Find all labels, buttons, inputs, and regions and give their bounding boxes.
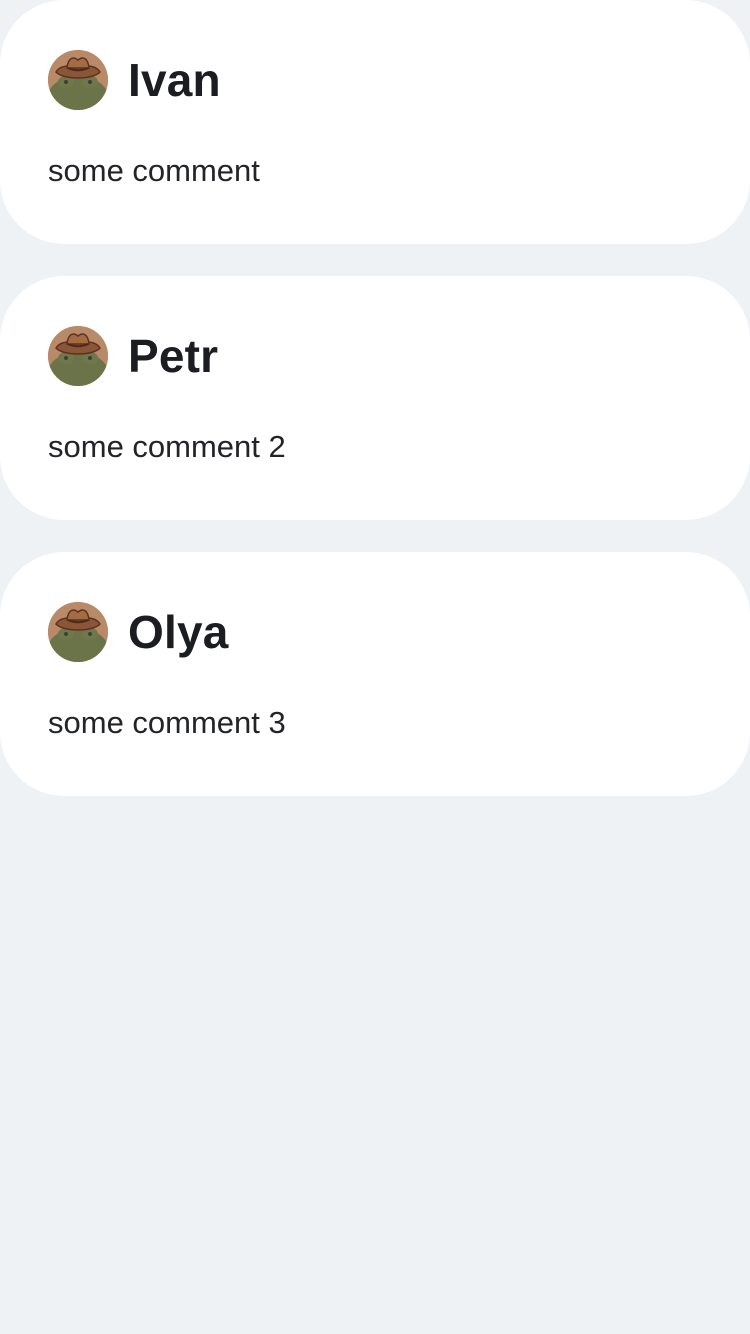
avatar: [48, 326, 108, 386]
comment-author-name: Ivan: [128, 54, 221, 106]
avatar: [48, 602, 108, 662]
cowboy-frog-avatar-icon: [48, 326, 108, 386]
comment-text: some comment: [48, 153, 260, 188]
comment-card: Ivan some comment: [0, 0, 750, 244]
comment-author-name: Olya: [128, 606, 229, 658]
comment-text: some comment 2: [48, 429, 286, 464]
comment-author-name: Petr: [128, 330, 219, 382]
avatar: [48, 50, 108, 110]
comment-card: Olya some comment 3: [0, 552, 750, 796]
cowboy-frog-avatar-icon: [48, 602, 108, 662]
cowboy-frog-avatar-icon: [48, 50, 108, 110]
comment-text: some comment 3: [48, 705, 286, 740]
comment-card: Petr some comment 2: [0, 276, 750, 520]
